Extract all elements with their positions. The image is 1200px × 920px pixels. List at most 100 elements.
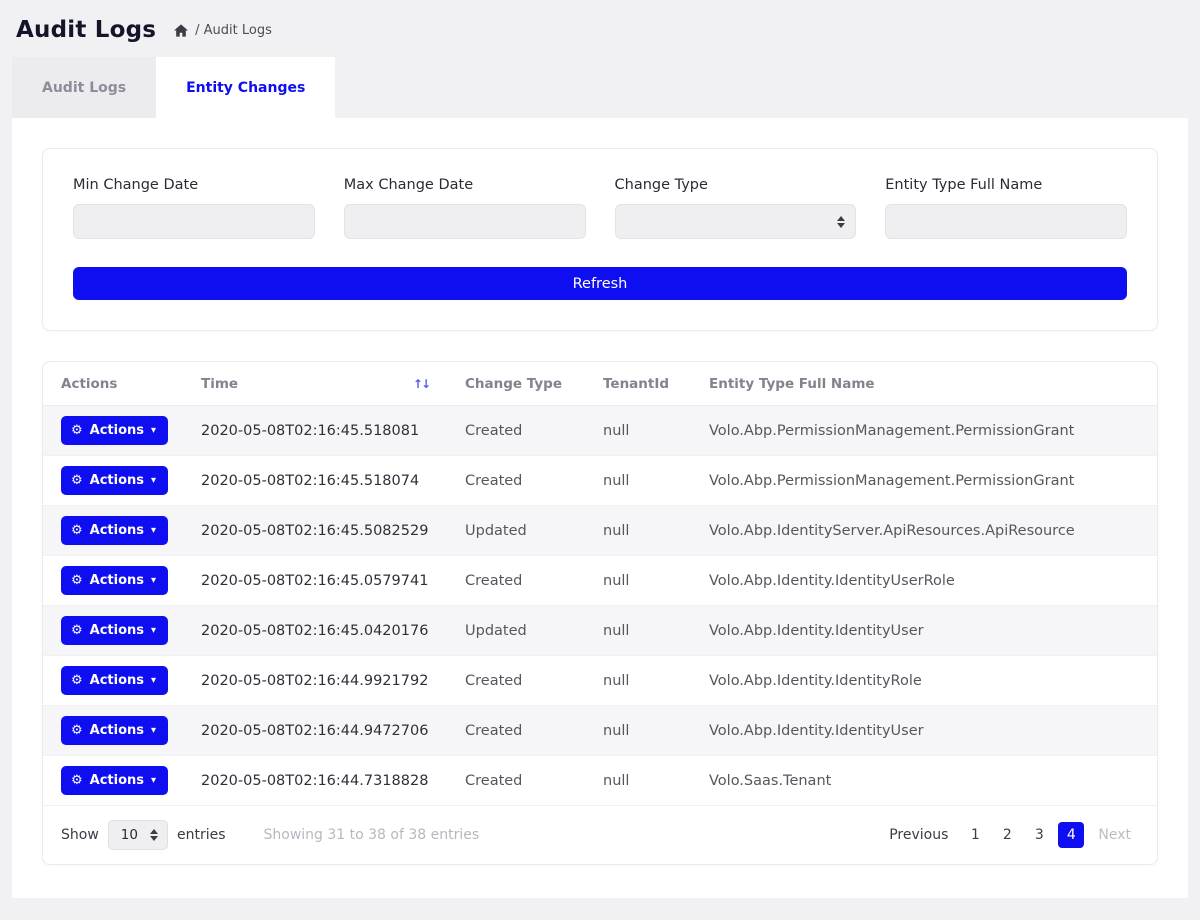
row-actions-button[interactable]: ⚙ Actions ▾ [61,716,168,745]
row-actions-button[interactable]: ⚙ Actions ▾ [61,416,168,445]
row-actions-label: Actions [90,523,144,538]
tab-entity-changes[interactable]: Entity Changes [156,57,335,118]
row-actions-label: Actions [90,573,144,588]
row-actions-label: Actions [90,473,144,488]
page-size-group: Show 10 entries [61,820,226,850]
cell-change-type: Updated [455,606,593,656]
table-row: ⚙ Actions ▾ 2020-05-08T02:16:44.7318828 … [43,756,1157,806]
table-row: ⚙ Actions ▾ 2020-05-08T02:16:45.5082529 … [43,506,1157,556]
table-header-row: Actions Time ↑↓ Change Type TenantId Ent… [43,362,1157,406]
select-updown-icon [837,216,845,228]
pagination-page-button[interactable]: 2 [994,822,1020,848]
table-body: ⚙ Actions ▾ 2020-05-08T02:16:45.518081 C… [43,406,1157,806]
cell-tenant-id: null [593,706,699,756]
header-change-type: Change Type [455,362,593,406]
cell-time: 2020-05-08T02:16:44.7318828 [191,756,455,806]
refresh-button[interactable]: Refresh [73,267,1127,300]
caret-down-icon: ▾ [151,425,156,436]
cell-time: 2020-05-08T02:16:45.0420176 [191,606,455,656]
filter-min-change-date: Min Change Date [73,177,315,239]
row-actions-label: Actions [90,773,144,788]
min-change-date-input[interactable] [73,204,315,239]
show-label: Show [61,827,99,843]
min-change-date-label: Min Change Date [73,177,315,193]
gear-icon: ⚙ [71,573,83,588]
pagination-previous[interactable]: Previous [881,822,956,848]
row-actions-button[interactable]: ⚙ Actions ▾ [61,616,168,645]
row-actions-button[interactable]: ⚙ Actions ▾ [61,666,168,695]
row-actions-label: Actions [90,623,144,638]
cell-entity-type: Volo.Abp.Identity.IdentityUserRole [699,556,1157,606]
table-row: ⚙ Actions ▾ 2020-05-08T02:16:45.0420176 … [43,606,1157,656]
table-row: ⚙ Actions ▾ 2020-05-08T02:16:45.518081 C… [43,406,1157,456]
cell-entity-type: Volo.Abp.Identity.IdentityUser [699,606,1157,656]
table-row: ⚙ Actions ▾ 2020-05-08T02:16:44.9472706 … [43,706,1157,756]
caret-down-icon: ▾ [151,775,156,786]
entity-changes-table: Actions Time ↑↓ Change Type TenantId Ent… [43,362,1157,806]
pagination-pages: 1 2 3 4 [962,822,1084,848]
home-icon[interactable] [174,24,188,37]
page-header: Audit Logs / Audit Logs [0,0,1200,57]
max-change-date-input[interactable] [344,204,586,239]
header-time[interactable]: Time ↑↓ [191,362,455,406]
table-row: ⚙ Actions ▾ 2020-05-08T02:16:44.9921792 … [43,656,1157,706]
cell-time: 2020-05-08T02:16:45.0579741 [191,556,455,606]
caret-down-icon: ▾ [151,725,156,736]
pagination-next[interactable]: Next [1090,822,1139,848]
caret-down-icon: ▾ [151,575,156,586]
row-actions-label: Actions [90,673,144,688]
caret-down-icon: ▾ [151,625,156,636]
cell-tenant-id: null [593,756,699,806]
gear-icon: ⚙ [71,473,83,488]
header-entity-type: Entity Type Full Name [699,362,1157,406]
cell-tenant-id: null [593,656,699,706]
cell-change-type: Created [455,556,593,606]
cell-entity-type: Volo.Abp.Identity.IdentityRole [699,656,1157,706]
cell-entity-type: Volo.Abp.Identity.IdentityUser [699,706,1157,756]
sort-icon[interactable]: ↑↓ [413,377,445,391]
filter-panel: Min Change Date Max Change Date Change T… [42,148,1158,331]
tab-bar: Audit Logs Entity Changes [12,57,1188,118]
max-change-date-label: Max Change Date [344,177,586,193]
pagination-page-button[interactable]: 4 [1058,822,1084,848]
gear-icon: ⚙ [71,773,83,788]
entries-label: entries [177,827,226,843]
cell-tenant-id: null [593,506,699,556]
cell-change-type: Created [455,406,593,456]
gear-icon: ⚙ [71,623,83,638]
pagination-page-button[interactable]: 1 [962,822,988,848]
page-title: Audit Logs [16,17,156,43]
cell-time: 2020-05-08T02:16:45.518074 [191,456,455,506]
change-type-select[interactable] [615,204,857,239]
entity-type-input[interactable] [885,204,1127,239]
row-actions-button[interactable]: ⚙ Actions ▾ [61,516,168,545]
header-tenant-id: TenantId [593,362,699,406]
pagination-page-button[interactable]: 3 [1026,822,1052,848]
breadcrumb: / Audit Logs [174,23,272,38]
table-row: ⚙ Actions ▾ 2020-05-08T02:16:45.518074 C… [43,456,1157,506]
filter-entity-type: Entity Type Full Name [885,177,1127,239]
cell-change-type: Created [455,456,593,506]
cell-entity-type: Volo.Abp.PermissionManagement.Permission… [699,406,1157,456]
main-card: Min Change Date Max Change Date Change T… [12,118,1188,898]
row-actions-label: Actions [90,723,144,738]
page-size-select[interactable]: 10 [108,820,168,850]
entity-type-label: Entity Type Full Name [885,177,1127,193]
pagination: Previous 1 2 3 4 Next [881,822,1139,848]
change-type-label: Change Type [615,177,857,193]
row-actions-button[interactable]: ⚙ Actions ▾ [61,766,168,795]
tab-audit-logs[interactable]: Audit Logs [12,57,156,118]
cell-tenant-id: null [593,606,699,656]
showing-entries-text: Showing 31 to 38 of 38 entries [264,827,480,843]
cell-time: 2020-05-08T02:16:45.5082529 [191,506,455,556]
cell-entity-type: Volo.Abp.IdentityServer.ApiResources.Api… [699,506,1157,556]
gear-icon: ⚙ [71,423,83,438]
cell-entity-type: Volo.Abp.PermissionManagement.Permission… [699,456,1157,506]
breadcrumb-path: / Audit Logs [195,23,272,38]
filter-max-change-date: Max Change Date [344,177,586,239]
cell-time: 2020-05-08T02:16:44.9472706 [191,706,455,756]
cell-change-type: Created [455,756,593,806]
row-actions-button[interactable]: ⚙ Actions ▾ [61,566,168,595]
caret-down-icon: ▾ [151,475,156,486]
row-actions-button[interactable]: ⚙ Actions ▾ [61,466,168,495]
